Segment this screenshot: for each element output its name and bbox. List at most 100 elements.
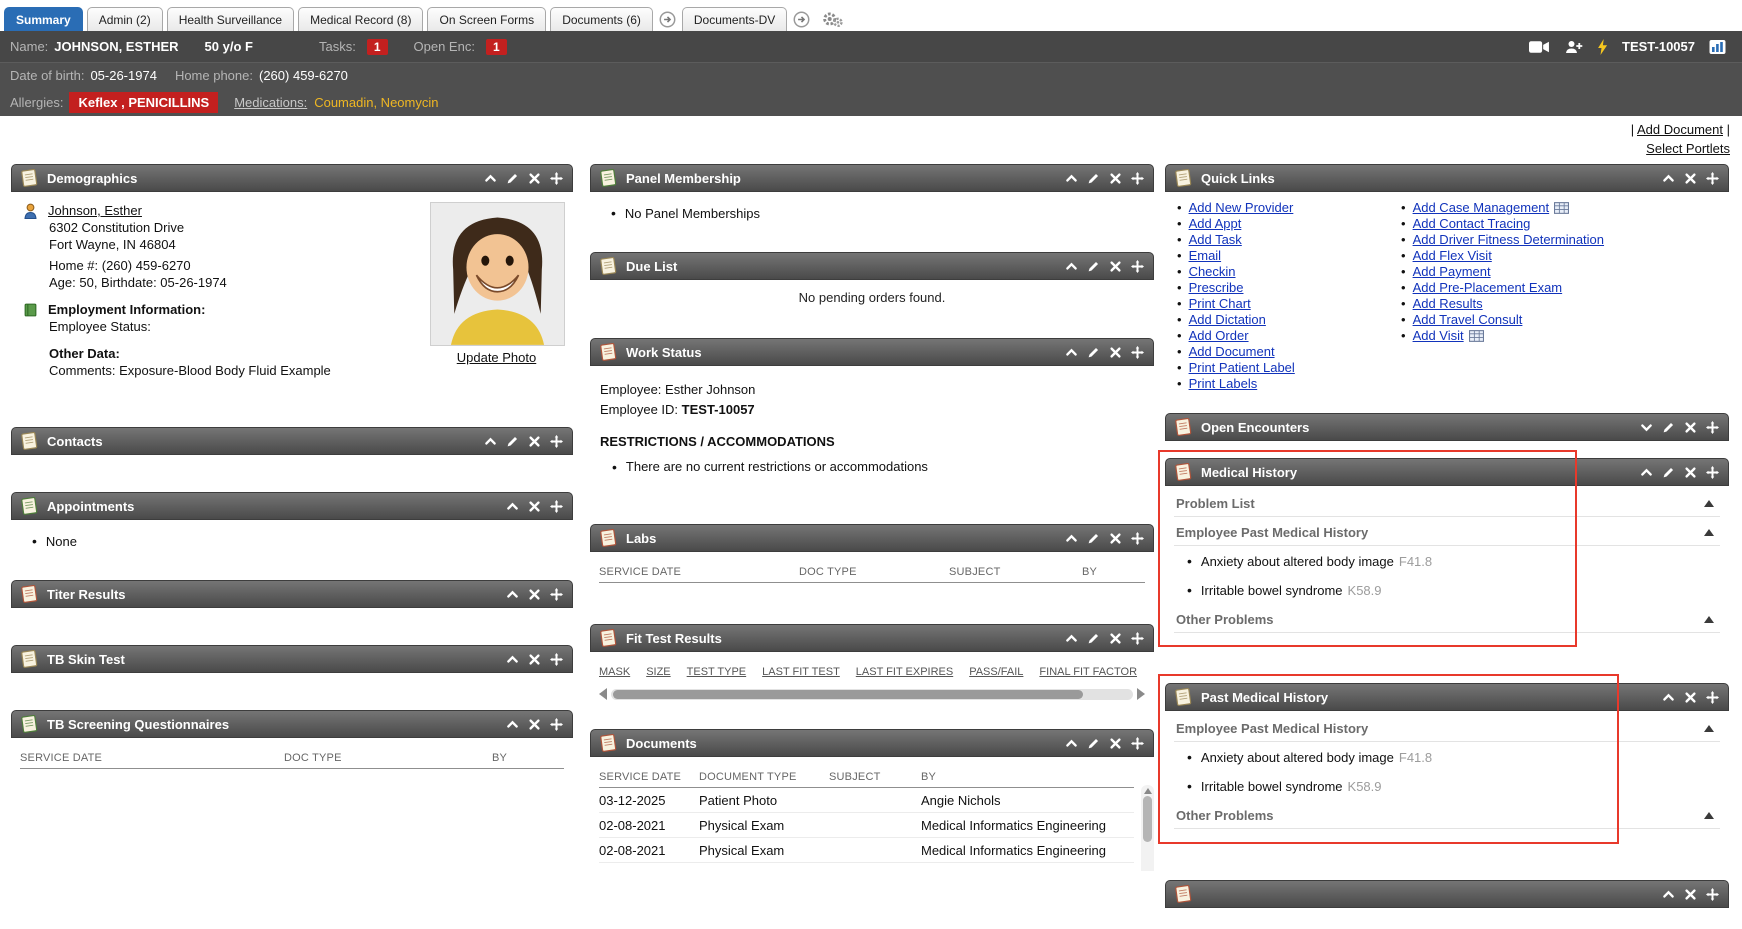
collapse-triangle-icon[interactable] — [1704, 500, 1714, 507]
chart-icon[interactable] — [1709, 40, 1726, 54]
patient-name-link[interactable]: Johnson, Esther — [48, 202, 142, 219]
section-problem-list[interactable]: Problem List — [1174, 488, 1720, 517]
col-size[interactable]: SIZE — [646, 666, 670, 678]
add-user-icon[interactable] — [1564, 40, 1583, 54]
quick-link[interactable]: Add Case Management — [1413, 200, 1550, 216]
collapse-icon[interactable] — [1662, 691, 1675, 704]
portlet-header[interactable]: Contacts — [11, 427, 573, 455]
collapse-triangle-icon[interactable] — [1704, 529, 1714, 536]
quick-link[interactable]: Prescribe — [1189, 280, 1244, 296]
portlet-header[interactable]: Documents — [590, 729, 1154, 757]
move-icon[interactable] — [1131, 532, 1144, 545]
move-icon[interactable] — [550, 435, 563, 448]
move-icon[interactable] — [1706, 421, 1719, 434]
close-icon[interactable] — [1109, 532, 1122, 545]
quick-link[interactable]: Add Appt — [1189, 216, 1242, 232]
quick-link[interactable]: Add Driver Fitness Determination — [1413, 232, 1604, 248]
col-pass-fail[interactable]: PASS/FAIL — [969, 666, 1023, 678]
update-photo-link[interactable]: Update Photo — [457, 350, 537, 365]
close-icon[interactable] — [1684, 888, 1697, 901]
scroll-right-icon[interactable] — [1137, 688, 1145, 700]
quick-link[interactable]: Add Travel Consult — [1413, 312, 1523, 328]
col-last-fit-expires[interactable]: LAST FIT EXPIRES — [856, 666, 953, 678]
quick-link[interactable]: Add New Provider — [1189, 200, 1294, 216]
edit-icon[interactable] — [1087, 532, 1100, 545]
move-icon[interactable] — [1131, 346, 1144, 359]
scroll-left-icon[interactable] — [599, 688, 607, 700]
document-row[interactable]: 02-08-2021 Physical Exam Medical Informa… — [599, 838, 1134, 863]
portlet-header[interactable]: Medical History — [1165, 458, 1729, 486]
collapse-triangle-icon[interactable] — [1704, 616, 1714, 623]
col-mask[interactable]: MASK — [599, 666, 630, 678]
quick-link[interactable]: Print Patient Label — [1189, 360, 1295, 376]
move-icon[interactable] — [550, 500, 563, 513]
col-last-fit-test[interactable]: LAST FIT TEST — [762, 666, 840, 678]
close-icon[interactable] — [1684, 421, 1697, 434]
close-icon[interactable] — [1109, 346, 1122, 359]
scroll-up-icon[interactable] — [1144, 788, 1152, 794]
scrollbar-thumb[interactable] — [613, 690, 1083, 699]
collapse-icon[interactable] — [1065, 346, 1078, 359]
edit-icon[interactable] — [1087, 737, 1100, 750]
close-icon[interactable] — [528, 500, 541, 513]
collapse-icon[interactable] — [484, 172, 497, 185]
edit-icon[interactable] — [1662, 466, 1675, 479]
portlet-header[interactable]: Appointments — [11, 492, 573, 520]
close-icon[interactable] — [528, 435, 541, 448]
portlet-header[interactable]: Fit Test Results — [590, 624, 1154, 652]
add-document-link[interactable]: Add Document — [1637, 122, 1723, 137]
section-employee-past-medical-history[interactable]: Employee Past Medical History — [1174, 713, 1720, 742]
move-icon[interactable] — [1131, 632, 1144, 645]
quick-link[interactable]: Add Document — [1189, 344, 1275, 360]
portlet-header[interactable]: Work Status — [590, 338, 1154, 366]
close-icon[interactable] — [528, 718, 541, 731]
horizontal-scrollbar[interactable] — [599, 688, 1145, 700]
close-icon[interactable] — [1109, 172, 1122, 185]
vertical-scrollbar[interactable] — [1141, 785, 1154, 871]
move-icon[interactable] — [550, 588, 563, 601]
edit-icon[interactable] — [1087, 346, 1100, 359]
tab-summary[interactable]: Summary — [4, 7, 83, 31]
collapse-icon[interactable] — [1065, 532, 1078, 545]
quick-link[interactable]: Add Flex Visit — [1413, 248, 1492, 264]
col-test-type[interactable]: TEST TYPE — [687, 666, 747, 678]
close-icon[interactable] — [1109, 632, 1122, 645]
collapse-icon[interactable] — [1640, 466, 1653, 479]
collapse-icon[interactable] — [1065, 737, 1078, 750]
scrollbar-track[interactable] — [611, 689, 1133, 700]
col-final-fit-factor[interactable]: FINAL FIT FACTOR — [1039, 666, 1137, 678]
move-icon[interactable] — [1706, 466, 1719, 479]
collapse-icon[interactable] — [484, 435, 497, 448]
close-icon[interactable] — [528, 172, 541, 185]
quick-link[interactable]: Add Results — [1413, 296, 1483, 312]
scrollbar-thumb[interactable] — [1143, 796, 1152, 842]
popout-icon[interactable] — [659, 11, 676, 28]
portlet-header[interactable]: TB Screening Questionnaires — [11, 710, 573, 738]
medications-link[interactable]: Medications: — [234, 95, 307, 110]
close-icon[interactable] — [1109, 737, 1122, 750]
portlet-header[interactable]: Open Encounters — [1165, 413, 1729, 441]
tab-documents-dv[interactable]: Documents-DV — [682, 7, 787, 31]
tab-on-screen-forms[interactable]: On Screen Forms — [427, 7, 546, 31]
quick-link[interactable]: Print Labels — [1189, 376, 1258, 392]
move-icon[interactable] — [1131, 260, 1144, 273]
move-icon[interactable] — [1131, 737, 1144, 750]
move-icon[interactable] — [1706, 888, 1719, 901]
select-portlets-link[interactable]: Select Portlets — [1646, 141, 1730, 156]
section-employee-past-medical-history[interactable]: Employee Past Medical History — [1174, 517, 1720, 546]
tab-medical-record[interactable]: Medical Record (8) — [298, 7, 423, 31]
tab-health-surveillance[interactable]: Health Surveillance — [167, 7, 294, 31]
collapse-icon[interactable] — [506, 500, 519, 513]
quick-link[interactable]: Email — [1189, 248, 1222, 264]
collapse-triangle-icon[interactable] — [1704, 725, 1714, 732]
document-row[interactable]: 03-12-2025 Patient Photo Angie Nichols — [599, 788, 1134, 813]
close-icon[interactable] — [1684, 172, 1697, 185]
settings-gears-icon[interactable] — [822, 10, 844, 28]
quick-link[interactable]: Add Task — [1189, 232, 1242, 248]
collapse-icon[interactable] — [506, 588, 519, 601]
popout-icon[interactable] — [793, 11, 810, 28]
expand-icon[interactable] — [1640, 421, 1653, 434]
portlet-header[interactable]: Titer Results — [11, 580, 573, 608]
portlet-header[interactable]: Demographics — [11, 164, 573, 192]
collapse-icon[interactable] — [1662, 888, 1675, 901]
